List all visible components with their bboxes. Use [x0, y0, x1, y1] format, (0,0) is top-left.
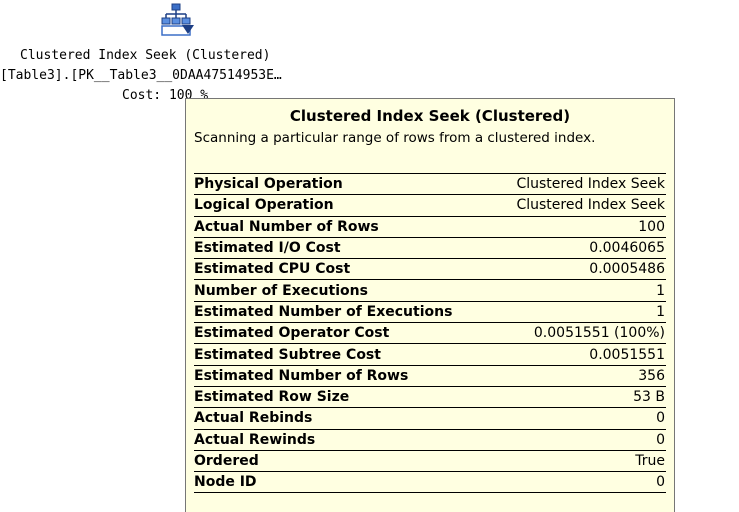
- property-value: 1: [656, 303, 665, 320]
- property-value: 0.0005486: [589, 261, 665, 278]
- property-value: 100: [638, 218, 665, 235]
- property-row: Estimated Number of Rows 356: [194, 366, 666, 387]
- property-name: Estimated Row Size: [194, 389, 350, 406]
- property-row: Estimated Number of Executions 1: [194, 302, 666, 324]
- property-name: Estimated Number of Executions: [194, 303, 453, 320]
- property-name: Estimated Subtree Cost: [194, 346, 381, 363]
- property-row: Actual Rebinds 0: [194, 408, 666, 430]
- tooltip-description: Scanning a particular range of rows from…: [194, 130, 596, 146]
- clustered-index-seek-icon[interactable]: [160, 3, 196, 39]
- property-row: Actual Rewinds 0: [194, 430, 666, 451]
- property-name: Logical Operation: [194, 197, 334, 214]
- tooltip-properties-table: Physical Operation Clustered Index Seek …: [194, 173, 666, 494]
- property-name: Number of Executions: [194, 282, 368, 299]
- property-row: Estimated Subtree Cost 0.0051551: [194, 344, 666, 366]
- plan-node-object: [Table3].[PK__Table3__0DAA47514953E…: [0, 68, 282, 83]
- property-name: Actual Rebinds: [194, 410, 313, 427]
- tooltip-title: Clustered Index Seek (Clustered): [289, 107, 571, 125]
- operator-tooltip: Clustered Index Seek (Clustered) Scannin…: [185, 98, 675, 512]
- property-row: Actual Number of Rows 100: [194, 217, 666, 238]
- property-value: 0: [656, 410, 665, 427]
- property-value: 1: [656, 282, 665, 299]
- property-name: Estimated Operator Cost: [194, 325, 390, 342]
- property-row: Estimated I/O Cost 0.0046065: [194, 238, 666, 260]
- property-value: 0: [656, 431, 665, 448]
- property-row: Number of Executions 1: [194, 280, 666, 302]
- property-name: Estimated I/O Cost: [194, 240, 341, 257]
- property-value: Clustered Index Seek: [516, 176, 665, 193]
- property-value: 53 B: [633, 389, 665, 406]
- property-row: Estimated Row Size 53 B: [194, 387, 666, 409]
- property-value: Clustered Index Seek: [516, 197, 665, 214]
- property-name: Physical Operation: [194, 176, 343, 193]
- property-row: Logical Operation Clustered Index Seek: [194, 195, 666, 217]
- plan-node-title: Clustered Index Seek (Clustered): [20, 48, 271, 63]
- property-row: Ordered True: [194, 451, 666, 473]
- property-row: Estimated Operator Cost 0.0051551 (100%): [194, 323, 666, 345]
- property-row: Node ID 0: [194, 472, 666, 494]
- property-value: 0.0051551 (100%): [533, 325, 665, 342]
- property-name: Actual Rewinds: [194, 431, 316, 448]
- property-name: Node ID: [194, 474, 257, 491]
- property-row: Estimated CPU Cost 0.0005486: [194, 259, 666, 281]
- property-value: 356: [638, 367, 665, 384]
- property-value: 0.0051551: [589, 346, 665, 363]
- property-name: Actual Number of Rows: [194, 218, 379, 235]
- property-name: Estimated Number of Rows: [194, 367, 409, 384]
- property-value: True: [635, 453, 665, 469]
- property-value: 0: [656, 474, 665, 491]
- property-name: Ordered: [194, 453, 259, 469]
- property-row: Physical Operation Clustered Index Seek: [194, 174, 666, 196]
- property-value: 0.0046065: [589, 240, 665, 257]
- execution-plan-canvas: Clustered Index Seek (Clustered) [Table3…: [0, 0, 739, 512]
- property-name: Estimated CPU Cost: [194, 261, 351, 278]
